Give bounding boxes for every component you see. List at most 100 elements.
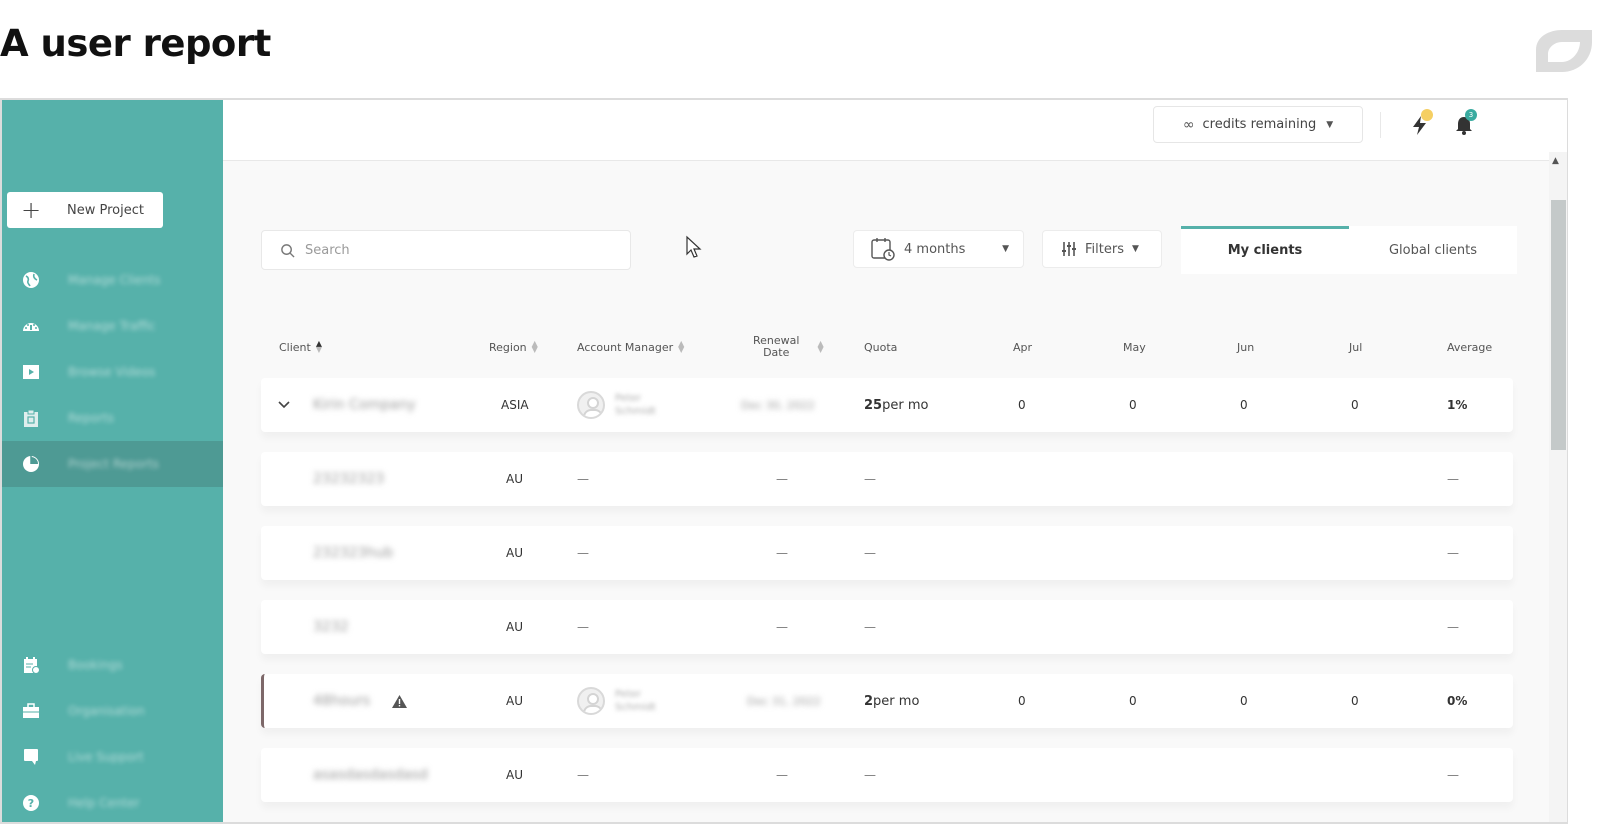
table-row[interactable]: 48hours AU Peter Schmidt Dec 31, 2022 2 p… <box>261 674 1513 728</box>
client-name[interactable]: asasdasdasdasd <box>313 748 428 802</box>
sidebar: + New Project Manage Clients Manage Traf… <box>2 100 223 822</box>
period-dropdown[interactable]: 4 months ▼ <box>853 230 1024 268</box>
column-header-renewal-date[interactable]: Renewal Date ▲ ▼ <box>753 332 824 362</box>
chat-icon <box>22 748 40 766</box>
brand-logo-icon <box>1536 30 1592 72</box>
average-value: 1% <box>1447 398 1468 412</box>
region: AU <box>506 694 523 708</box>
region: AU <box>506 472 523 486</box>
average-value: 0% <box>1447 694 1468 708</box>
sort-icon: ▲ ▼ <box>531 339 538 354</box>
new-project-button[interactable]: + New Project <box>7 192 163 228</box>
column-header-jul: Jul <box>1349 340 1363 354</box>
scroll-up-arrow-icon[interactable]: ▲ <box>1552 156 1559 166</box>
renewal-date: — <box>776 472 788 486</box>
svg-text:?: ? <box>28 797 34 810</box>
sidebar-item-help-center[interactable]: ? Help Center <box>2 780 223 822</box>
top-bar: ∞ credits remaining ▼ 3 <box>223 100 1567 161</box>
apr-value: 0 <box>1018 398 1026 412</box>
column-header-may: May <box>1123 340 1146 354</box>
table-header: Client ▲ ▼ Region ▲ ▼ Account Manager ▲ ▼ R… <box>261 332 1513 362</box>
average-value: — <box>1447 620 1459 634</box>
search-field[interactable] <box>261 230 631 270</box>
column-header-quota: Quota <box>864 340 898 354</box>
sidebar-item-project-reports[interactable]: Project Reports <box>2 441 223 487</box>
tab-global-clients[interactable]: Global clients <box>1349 226 1517 274</box>
sort-icon: ▲ ▼ <box>817 339 824 354</box>
sidebar-item-label: Bookings <box>68 658 123 672</box>
average-value: — <box>1447 472 1459 486</box>
plus-icon: + <box>20 196 42 224</box>
sort-icon: ▲ ▼ <box>678 339 685 354</box>
sidebar-item-reports[interactable]: Reports <box>2 395 223 441</box>
vertical-scrollbar[interactable]: ▲ <box>1549 152 1567 822</box>
renewal-date: — <box>776 546 788 560</box>
column-header-client[interactable]: Client ▲ ▼ <box>279 332 322 362</box>
client-scope-tabs: My clients Global clients <box>1181 226 1517 274</box>
notifications-button[interactable]: 3 <box>1453 109 1481 138</box>
sidebar-item-label: Reports <box>68 411 115 425</box>
notifications-badge: 3 <box>1465 109 1477 121</box>
account-manager: Peter Schmidt <box>577 378 656 432</box>
jul-value: 0 <box>1351 694 1359 708</box>
filters-dropdown[interactable]: Filters ▼ <box>1042 230 1162 268</box>
client-name[interactable]: 23232323 <box>313 452 384 506</box>
column-header-region[interactable]: Region ▲ ▼ <box>489 332 538 362</box>
average-value: — <box>1447 546 1459 560</box>
region: ASIA <box>501 398 529 412</box>
client-name[interactable]: 3232 <box>313 600 349 654</box>
manager-name: Peter Schmidt <box>615 688 656 714</box>
average-value: — <box>1447 768 1459 782</box>
client-name[interactable]: 48hours <box>313 674 370 728</box>
quota: — <box>864 472 876 486</box>
jun-value: 0 <box>1240 398 1248 412</box>
table-row[interactable]: Kirin Company ASIA Peter Schmidt Dec 30, … <box>261 378 1513 432</box>
main-content: ∞ credits remaining ▼ 3 4 months ▼ <box>223 100 1567 822</box>
avatar <box>577 687 605 715</box>
table-row[interactable]: 23232323 AU — — — — <box>261 452 1513 506</box>
column-label: Region <box>489 340 527 354</box>
column-header-account-manager[interactable]: Account Manager ▲ ▼ <box>577 332 684 362</box>
client-name[interactable]: Kirin Company <box>313 378 416 432</box>
lightning-status-dot <box>1421 109 1433 121</box>
globe-icon <box>22 271 40 289</box>
quota-unit: per mo <box>873 693 920 709</box>
mouse-cursor-icon <box>686 235 702 258</box>
lightning-button[interactable] <box>1409 109 1437 138</box>
caret-down-icon: ▼ <box>1131 244 1139 254</box>
calendar-clock-icon <box>871 238 895 261</box>
sidebar-item-bookings[interactable]: Bookings <box>2 642 223 688</box>
apr-value: 0 <box>1018 694 1026 708</box>
table-row[interactable]: 232323hub AU — — — — <box>261 526 1513 580</box>
quota-number: 2 <box>864 693 874 709</box>
region: AU <box>506 768 523 782</box>
sidebar-item-manage-clients[interactable]: Manage Clients <box>2 257 223 303</box>
expand-chevron-icon[interactable] <box>277 378 291 432</box>
manager-first-name: Peter <box>615 689 642 700</box>
table-row[interactable]: 3232 AU — — — — <box>261 600 1513 654</box>
sidebar-item-manage-traffic[interactable]: Manage Traffic <box>2 303 223 349</box>
sidebar-item-label: Project Reports <box>68 457 159 471</box>
search-input[interactable] <box>305 242 605 258</box>
infinity-icon: ∞ <box>1182 116 1195 133</box>
sidebar-item-label: Browse Videos <box>68 365 156 379</box>
region: AU <box>506 546 523 560</box>
may-value: 0 <box>1129 694 1137 708</box>
quota: — <box>864 546 876 560</box>
sidebar-item-browse-videos[interactable]: Browse Videos <box>2 349 223 395</box>
table-row[interactable]: asasdasdasdasd AU — — — — <box>261 748 1513 802</box>
sidebar-item-organisation[interactable]: Organisation <box>2 688 223 734</box>
quota: — <box>864 768 876 782</box>
manager-first-name: Peter <box>615 393 642 404</box>
speedometer-icon <box>22 317 40 335</box>
scrollbar-thumb[interactable] <box>1551 200 1566 450</box>
quota: — <box>864 620 876 634</box>
credits-dropdown[interactable]: ∞ credits remaining ▼ <box>1153 106 1363 143</box>
client-name[interactable]: 232323hub <box>313 526 393 580</box>
divider <box>1380 112 1381 138</box>
column-label: Account Manager <box>577 340 674 354</box>
clipboard-icon <box>22 409 40 427</box>
sidebar-item-live-support[interactable]: Live Support <box>2 734 223 780</box>
tab-my-clients[interactable]: My clients <box>1181 226 1349 274</box>
sidebar-item-label: Manage Clients <box>68 273 161 287</box>
